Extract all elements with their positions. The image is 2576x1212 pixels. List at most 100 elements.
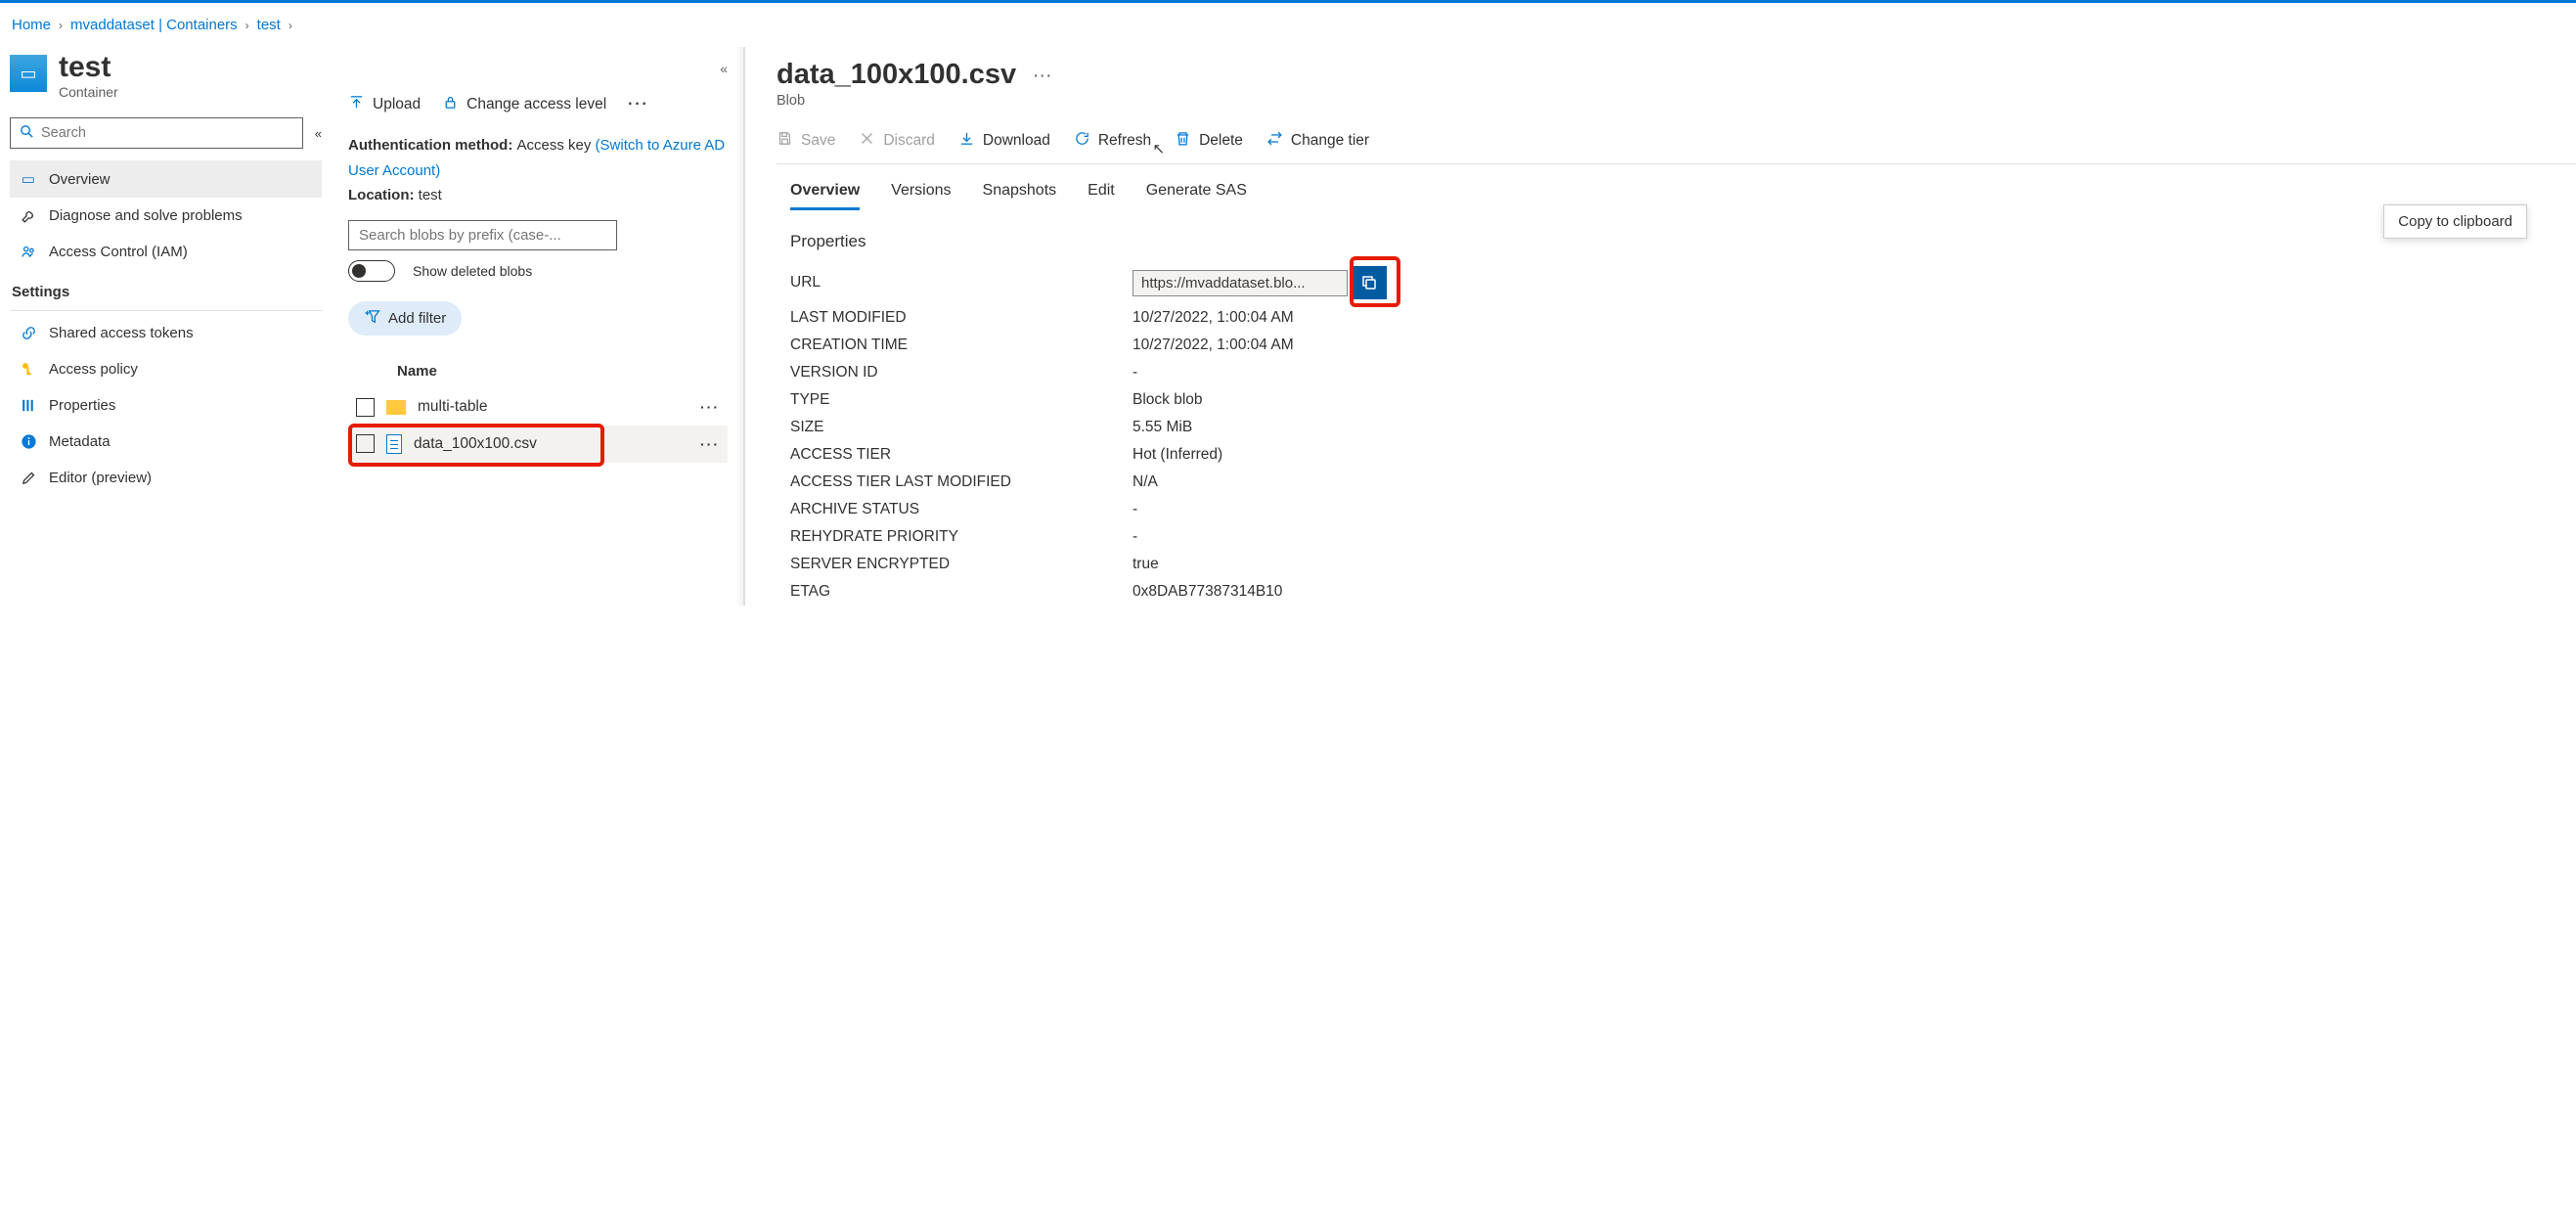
add-filter-label: Add filter: [388, 310, 446, 327]
delete-button[interactable]: Delete: [1175, 130, 1243, 152]
lock-icon: [442, 94, 459, 115]
tab-overview[interactable]: Overview: [790, 182, 860, 210]
show-deleted-toggle[interactable]: [348, 260, 395, 282]
row-checkbox[interactable]: [356, 434, 375, 453]
download-icon: [958, 130, 975, 152]
close-icon: [859, 130, 875, 152]
divider: [10, 310, 322, 311]
collapse-panel-icon[interactable]: «: [720, 61, 728, 76]
file-icon: [386, 434, 402, 454]
blob-subtitle: Blob: [777, 91, 2576, 126]
nav-access-control[interactable]: Access Control (IAM): [10, 234, 322, 270]
properties-icon: [20, 397, 37, 414]
nav-properties[interactable]: Properties: [10, 387, 322, 424]
trash-icon: [1175, 130, 1191, 152]
collapse-sidebar-icon[interactable]: «: [315, 126, 322, 141]
row-checkbox[interactable]: [356, 398, 375, 417]
save-icon: [777, 130, 793, 152]
container-icon: ▭: [10, 55, 47, 92]
search-icon: [19, 123, 35, 143]
panel-shadow: [735, 47, 745, 606]
blob-list-panel: « Upload Change access level ··· Authent…: [333, 47, 743, 606]
key-icon: [20, 361, 37, 378]
change-tier-button[interactable]: Change tier: [1266, 130, 1369, 152]
breadcrumb-storage[interactable]: mvaddataset | Containers: [70, 17, 238, 33]
filter-icon: [364, 308, 380, 329]
upload-button[interactable]: Upload: [348, 94, 421, 115]
sidebar-search[interactable]: [10, 117, 303, 149]
list-item-folder[interactable]: multi-table ···: [348, 389, 728, 426]
copy-button[interactable]: [1352, 266, 1387, 299]
nav-label: Access policy: [49, 361, 138, 378]
chevron-right-icon: ›: [245, 19, 249, 32]
nav-access-policy[interactable]: Access policy: [10, 351, 322, 387]
wrench-icon: [20, 207, 37, 224]
upload-label: Upload: [373, 96, 421, 113]
settings-header: Settings: [10, 270, 322, 306]
nav-label: Editor (preview): [49, 470, 152, 486]
show-deleted-label: Show deleted blobs: [413, 263, 532, 279]
tab-generate-sas[interactable]: Generate SAS: [1146, 182, 1247, 210]
save-button: Save: [777, 130, 835, 152]
sidebar-search-input[interactable]: [41, 125, 294, 141]
container-title: test: [59, 51, 118, 84]
nav-overview[interactable]: ▭ Overview: [10, 160, 322, 198]
row-more-icon[interactable]: ···: [700, 399, 720, 415]
refresh-icon: [1074, 130, 1090, 152]
nav-editor[interactable]: Editor (preview): [10, 460, 322, 496]
prop-last-modified: LAST MODIFIED10/27/2022, 1:00:04 AM: [777, 304, 2576, 332]
nav-label: Access Control (IAM): [49, 244, 188, 260]
prop-version-id: VERSION ID-: [777, 359, 2576, 386]
prop-server-encrypted: SERVER ENCRYPTEDtrue: [777, 551, 2576, 578]
overview-icon: ▭: [20, 170, 37, 188]
people-icon: [20, 244, 37, 260]
cursor-icon: ↖: [1153, 140, 1166, 157]
prop-size: SIZE5.55 MiB: [777, 414, 2576, 441]
prop-url: URL: [777, 261, 2576, 304]
change-access-label: Change access level: [466, 96, 606, 113]
change-access-button[interactable]: Change access level: [442, 94, 606, 115]
more-actions-icon[interactable]: ···: [628, 96, 649, 113]
nav-label: Overview: [49, 171, 111, 188]
info-icon: [20, 433, 37, 450]
prop-rehydrate: REHYDRATE PRIORITY-: [777, 523, 2576, 551]
nav-diagnose[interactable]: Diagnose and solve problems: [10, 198, 322, 234]
sidebar: ▭ test Container « ▭ Overview D: [0, 47, 333, 606]
blob-search-input[interactable]: [348, 220, 617, 250]
row-more-icon[interactable]: ···: [700, 436, 720, 452]
row-name: data_100x100.csv: [414, 435, 537, 453]
url-field[interactable]: [1133, 270, 1348, 296]
prop-etag: ETAG0x8DAB77387314B10: [777, 578, 2576, 606]
blob-more-icon[interactable]: ···: [1034, 67, 1053, 83]
tab-edit[interactable]: Edit: [1088, 182, 1115, 210]
nav-label: Diagnose and solve problems: [49, 207, 243, 224]
discard-button: Discard: [859, 130, 935, 152]
copy-tooltip: Copy to clipboard: [2383, 204, 2527, 239]
list-item-file[interactable]: data_100x100.csv ···: [348, 426, 728, 463]
tab-versions[interactable]: Versions: [891, 182, 951, 210]
blob-details-panel: data_100x100.csv ··· Blob Save Discard: [743, 47, 2576, 606]
prop-access-tier: ACCESS TIERHot (Inferred): [777, 441, 2576, 469]
prop-creation-time: CREATION TIME10/27/2022, 1:00:04 AM: [777, 332, 2576, 359]
list-column-name[interactable]: Name: [348, 336, 728, 389]
prop-access-tier-lm: ACCESS TIER LAST MODIFIEDN/A: [777, 469, 2576, 496]
tab-snapshots[interactable]: Snapshots: [983, 182, 1057, 210]
nav-label: Properties: [49, 397, 115, 414]
prop-type: TYPEBlock blob: [777, 386, 2576, 414]
nav-metadata[interactable]: Metadata: [10, 424, 322, 460]
properties-header: Properties: [777, 210, 2576, 261]
download-button[interactable]: Download: [958, 130, 1050, 152]
auth-info: Authentication method: Access key (Switc…: [348, 127, 728, 214]
nav-label: Metadata: [49, 433, 111, 450]
nav-shared-access-tokens[interactable]: Shared access tokens: [10, 315, 322, 351]
add-filter-button[interactable]: Add filter: [348, 301, 462, 336]
nav-label: Shared access tokens: [49, 325, 194, 341]
link-icon: [20, 325, 37, 341]
refresh-button[interactable]: Refresh ↖: [1074, 130, 1151, 152]
folder-icon: [386, 400, 406, 415]
breadcrumb-container[interactable]: test: [257, 17, 281, 33]
tabs: Overview Versions Snapshots Edit Generat…: [777, 164, 2576, 210]
swap-icon: [1266, 130, 1283, 152]
breadcrumb-home[interactable]: Home: [12, 17, 51, 33]
prop-archive-status: ARCHIVE STATUS-: [777, 496, 2576, 523]
